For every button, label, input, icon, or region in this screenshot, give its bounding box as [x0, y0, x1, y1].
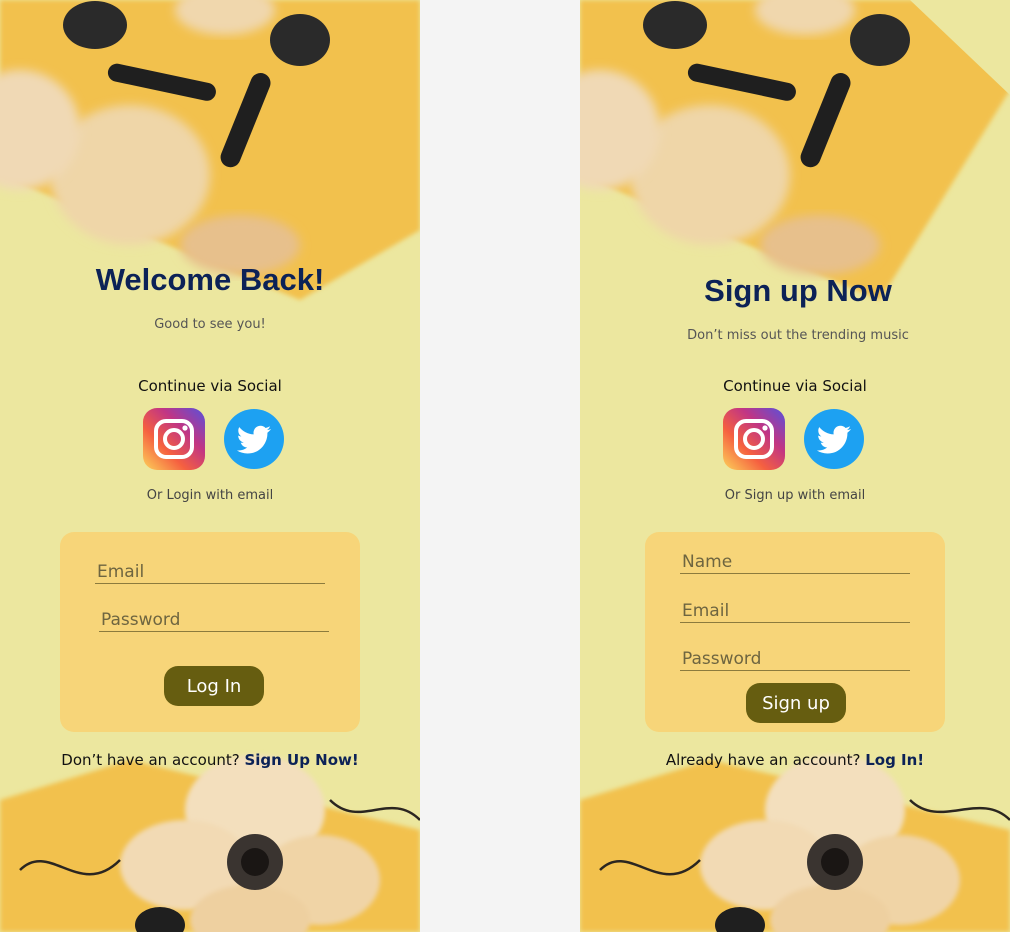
twitter-icon	[804, 409, 864, 469]
password-field[interactable]	[680, 641, 910, 670]
email-field-wrapper	[95, 554, 325, 584]
name-field-wrapper	[680, 544, 910, 574]
login-prompt-text: Already have an account?	[665, 751, 866, 769]
login-screen: Welcome Back! Good to see you! Continue …	[0, 0, 420, 932]
instagram-icon	[723, 408, 785, 470]
password-field-wrapper	[99, 602, 329, 632]
instagram-button[interactable]	[723, 408, 785, 470]
signup-button[interactable]: Sign up	[746, 683, 846, 723]
login-button[interactable]: Log In	[164, 666, 264, 706]
login-form-card: Log In	[60, 532, 360, 732]
page-title: Welcome Back!	[95, 262, 325, 297]
password-field-wrapper	[680, 641, 910, 671]
email-field-wrapper	[680, 593, 910, 623]
signup-prompt-text: Don’t have an account?	[61, 751, 245, 769]
social-label: Continue via Social	[138, 377, 282, 395]
instagram-button[interactable]	[143, 408, 205, 470]
password-field[interactable]	[99, 602, 329, 631]
or-login-email-label: Or Login with email	[146, 488, 274, 503]
email-field[interactable]	[95, 554, 325, 583]
page-subtitle: Don’t miss out the trending music	[687, 328, 909, 343]
page-subtitle: Good to see you!	[154, 317, 266, 332]
signup-form-card: Sign up	[645, 532, 945, 732]
or-signup-email-label: Or Sign up with email	[724, 488, 866, 503]
login-prompt: Already have an account? Log In!	[580, 751, 1010, 769]
login-link[interactable]: Log In!	[865, 751, 924, 769]
page-title: Sign up Now	[704, 273, 892, 308]
instagram-icon	[143, 408, 205, 470]
email-field[interactable]	[680, 593, 910, 622]
twitter-button[interactable]	[803, 408, 865, 470]
name-field[interactable]	[680, 544, 910, 573]
signup-screen: Sign up Now Don’t miss out the trending …	[580, 0, 1010, 932]
background-illustration	[580, 0, 1010, 932]
social-label: Continue via Social	[723, 377, 867, 395]
twitter-button[interactable]	[223, 408, 285, 470]
signup-link[interactable]: Sign Up Now!	[244, 751, 358, 769]
signup-prompt: Don’t have an account? Sign Up Now!	[0, 751, 420, 769]
background-illustration	[0, 0, 420, 932]
twitter-icon	[224, 409, 284, 469]
